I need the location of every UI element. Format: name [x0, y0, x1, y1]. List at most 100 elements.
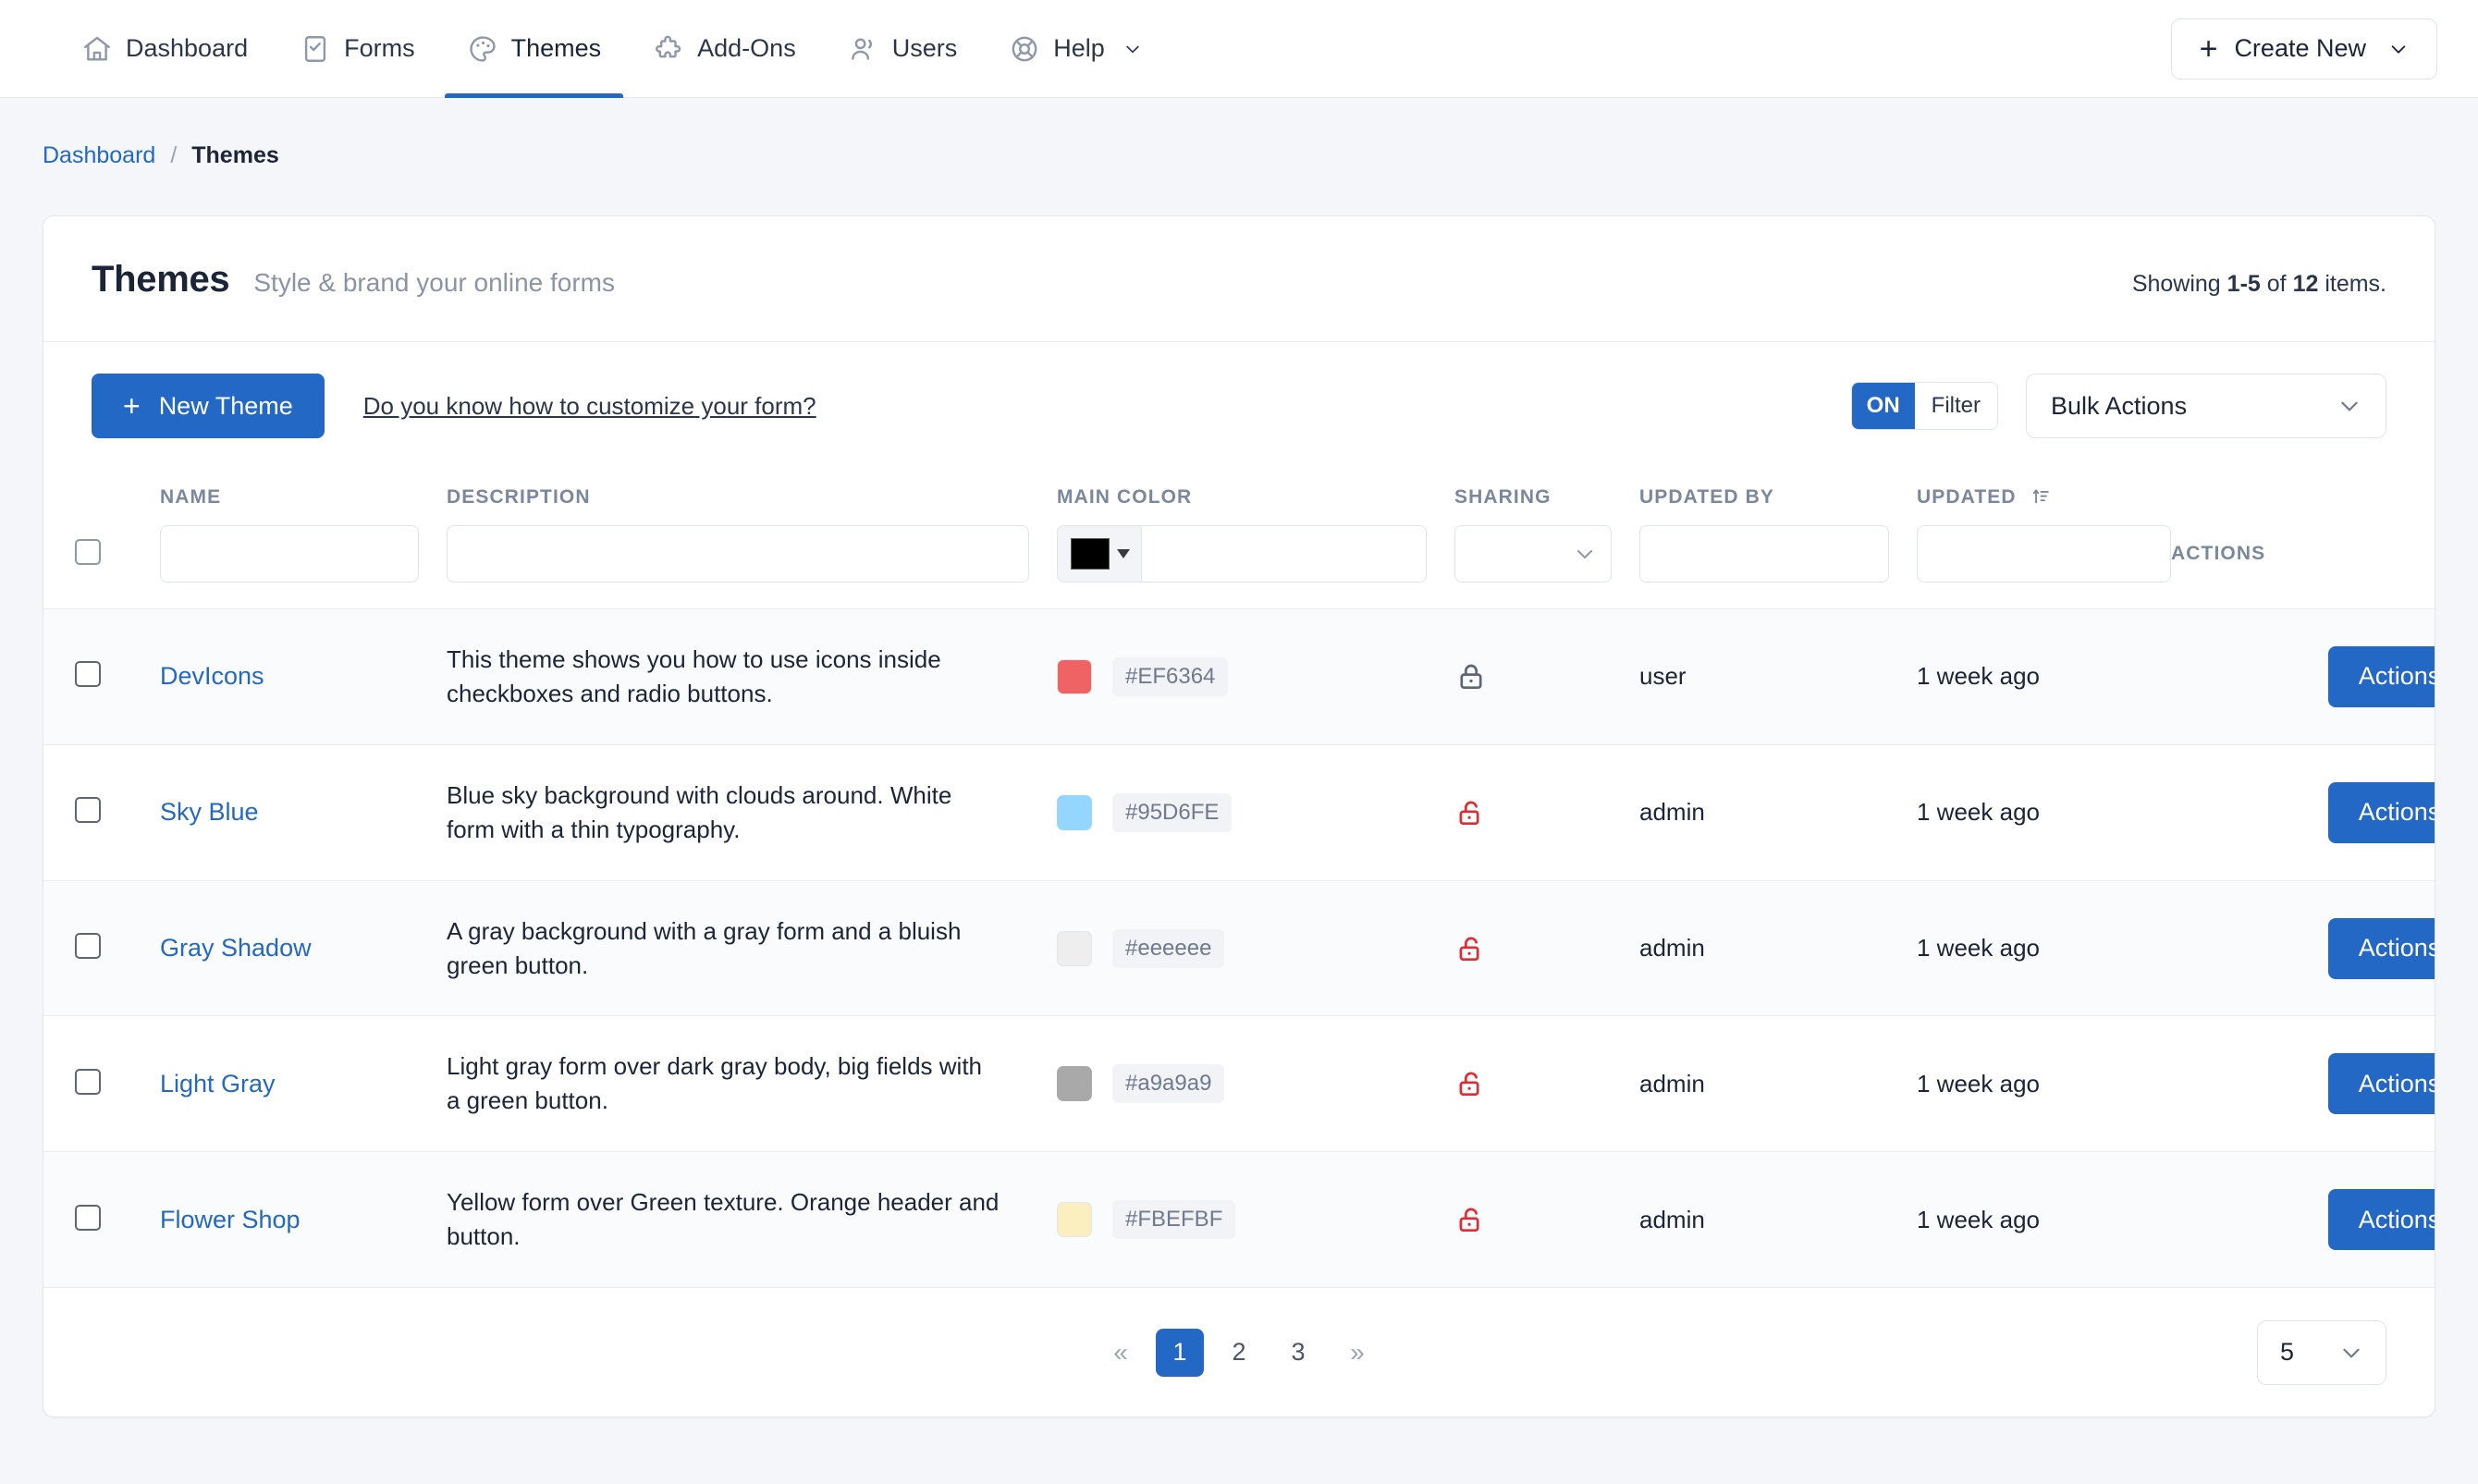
row-color-cell: #eeeeee: [1029, 880, 1427, 1016]
filter-description-input[interactable]: [447, 525, 1029, 583]
table-body: DevIcons This theme shows you how to use …: [43, 608, 2435, 1288]
row-actions-cell: Actions: [2171, 880, 2435, 1016]
row-checkbox[interactable]: [75, 661, 101, 688]
row-updated-by-cell: admin: [1612, 744, 1889, 880]
nav-label-help: Help: [1053, 34, 1105, 62]
row-actions-button[interactable]: Actions: [2328, 917, 2435, 979]
header-actions-spacer: [2171, 466, 2435, 516]
create-new-button[interactable]: + Create New: [2170, 18, 2437, 80]
lock-closed-icon[interactable]: [1454, 660, 1612, 693]
filter-color-group: [1057, 525, 1427, 583]
row-checkbox[interactable]: [75, 1204, 101, 1231]
row-actions-button[interactable]: Actions: [2328, 1053, 2435, 1115]
row-name-cell: Gray Shadow: [132, 880, 419, 1016]
select-all-checkbox[interactable]: [75, 538, 101, 565]
color-picker-button[interactable]: [1058, 526, 1142, 582]
row-select-cell: [43, 880, 132, 1016]
filter-updated-by-input[interactable]: [1639, 525, 1889, 583]
theme-name-link[interactable]: Sky Blue: [160, 798, 259, 826]
row-color-cell: #FBEFBF: [1029, 1152, 1427, 1287]
pagination-prev[interactable]: «: [1097, 1329, 1145, 1377]
per-page-select[interactable]: 5: [2257, 1319, 2386, 1385]
nav-label-users: Users: [891, 34, 958, 62]
nav-item-themes[interactable]: Themes: [441, 0, 628, 98]
header-select-all: [43, 466, 132, 516]
sort-ascending-icon[interactable]: [2030, 486, 2051, 507]
theme-name-link[interactable]: Flower Shop: [160, 1206, 301, 1233]
header-updated[interactable]: UPDATED: [1889, 466, 2171, 516]
header-main-color[interactable]: MAIN COLOR: [1029, 466, 1427, 516]
lock-open-icon[interactable]: [1454, 1067, 1612, 1100]
filter-updated-cell: [1889, 516, 2171, 609]
row-description-cell: Blue sky background with clouds around. …: [419, 744, 1029, 880]
row-checkbox[interactable]: [75, 933, 101, 960]
home-icon: [81, 33, 113, 65]
row-updated-by-cell: admin: [1612, 1152, 1889, 1287]
pagination-page-2[interactable]: 2: [1215, 1329, 1263, 1377]
table-filter-row-body: ACTIONS: [43, 516, 2435, 609]
row-actions-button[interactable]: Actions: [2328, 645, 2435, 707]
nav-item-help[interactable]: Help: [983, 0, 1168, 98]
row-checkbox[interactable]: [75, 797, 101, 824]
filter-color-input[interactable]: [1142, 526, 1426, 582]
row-checkbox[interactable]: [75, 1068, 101, 1095]
caret-down-icon: [1117, 549, 1130, 558]
palette-icon: [467, 33, 498, 65]
filter-toggle[interactable]: ON Filter: [1850, 382, 1998, 430]
chevron-down-icon: [2388, 39, 2409, 59]
page-subtitle: Style & brand your online forms: [253, 268, 616, 297]
lock-open-icon[interactable]: [1454, 1203, 1612, 1236]
row-actions-button[interactable]: Actions: [2328, 1189, 2435, 1251]
row-select-cell: [43, 744, 132, 880]
lock-open-icon[interactable]: [1454, 932, 1612, 965]
header-name[interactable]: NAME: [132, 466, 419, 516]
customize-form-link[interactable]: Do you know how to customize your form?: [363, 392, 816, 421]
row-updated-cell: 1 week ago: [1889, 1016, 2171, 1152]
header-actions: ACTIONS: [2171, 543, 2266, 564]
row-updated-by-cell: admin: [1612, 880, 1889, 1016]
nav-label-themes: Themes: [510, 34, 602, 62]
showing-total: 12: [2292, 271, 2319, 297]
chevron-down-icon: [2339, 1341, 2363, 1365]
header-updated-by[interactable]: UPDATED BY: [1612, 466, 1889, 516]
theme-description: Blue sky background with clouds around. …: [447, 780, 952, 843]
puzzle-icon: [653, 33, 684, 65]
updated-value: 1 week ago: [1917, 1069, 2040, 1098]
nav-item-add-ons[interactable]: Add-Ons: [627, 0, 822, 98]
lock-open-icon[interactable]: [1454, 796, 1612, 829]
filter-sharing-select[interactable]: [1454, 525, 1612, 583]
new-theme-button[interactable]: + New Theme: [92, 374, 325, 438]
theme-name-link[interactable]: Gray Shadow: [160, 934, 312, 962]
bulk-actions-select[interactable]: Bulk Actions: [2026, 374, 2386, 438]
row-updated-cell: 1 week ago: [1889, 609, 2171, 745]
color-swatch: [1057, 930, 1092, 966]
theme-name-link[interactable]: Light Gray: [160, 1070, 276, 1098]
row-actions-cell: Actions: [2171, 1016, 2435, 1152]
plus-icon: +: [123, 389, 141, 423]
pagination-next[interactable]: »: [1333, 1329, 1381, 1377]
breadcrumb-dashboard-link[interactable]: Dashboard: [43, 142, 155, 169]
nav-item-users[interactable]: Users: [822, 0, 984, 98]
row-actions-label: Actions: [2358, 662, 2435, 691]
pagination-page-1[interactable]: 1: [1156, 1328, 1204, 1377]
theme-name-link[interactable]: DevIcons: [160, 662, 264, 690]
color-swatch: [1057, 1066, 1092, 1102]
row-name-cell: Sky Blue: [132, 744, 419, 880]
filter-updated-input[interactable]: [1917, 525, 2171, 583]
row-actions-cell: Actions: [2171, 1152, 2435, 1287]
page-title: Themes: [92, 259, 230, 300]
row-select-cell: [43, 1152, 132, 1287]
pagination-page-3[interactable]: 3: [1274, 1329, 1322, 1377]
nav-item-forms[interactable]: Forms: [274, 0, 441, 98]
row-color-cell: #95D6FE: [1029, 744, 1427, 880]
row-name-cell: Flower Shop: [132, 1152, 419, 1287]
table-footer: «1 2 3» 5: [43, 1287, 2435, 1417]
row-select-cell: [43, 609, 132, 745]
themes-card: Themes Style & brand your online forms S…: [43, 215, 2435, 1418]
chevron-down-icon: [1123, 40, 1142, 58]
nav-item-dashboard[interactable]: Dashboard: [55, 0, 274, 98]
header-sharing[interactable]: SHARING: [1427, 466, 1612, 516]
filter-name-input[interactable]: [160, 525, 419, 583]
row-actions-button[interactable]: Actions: [2328, 781, 2435, 843]
header-description[interactable]: DESCRIPTION: [419, 466, 1029, 516]
